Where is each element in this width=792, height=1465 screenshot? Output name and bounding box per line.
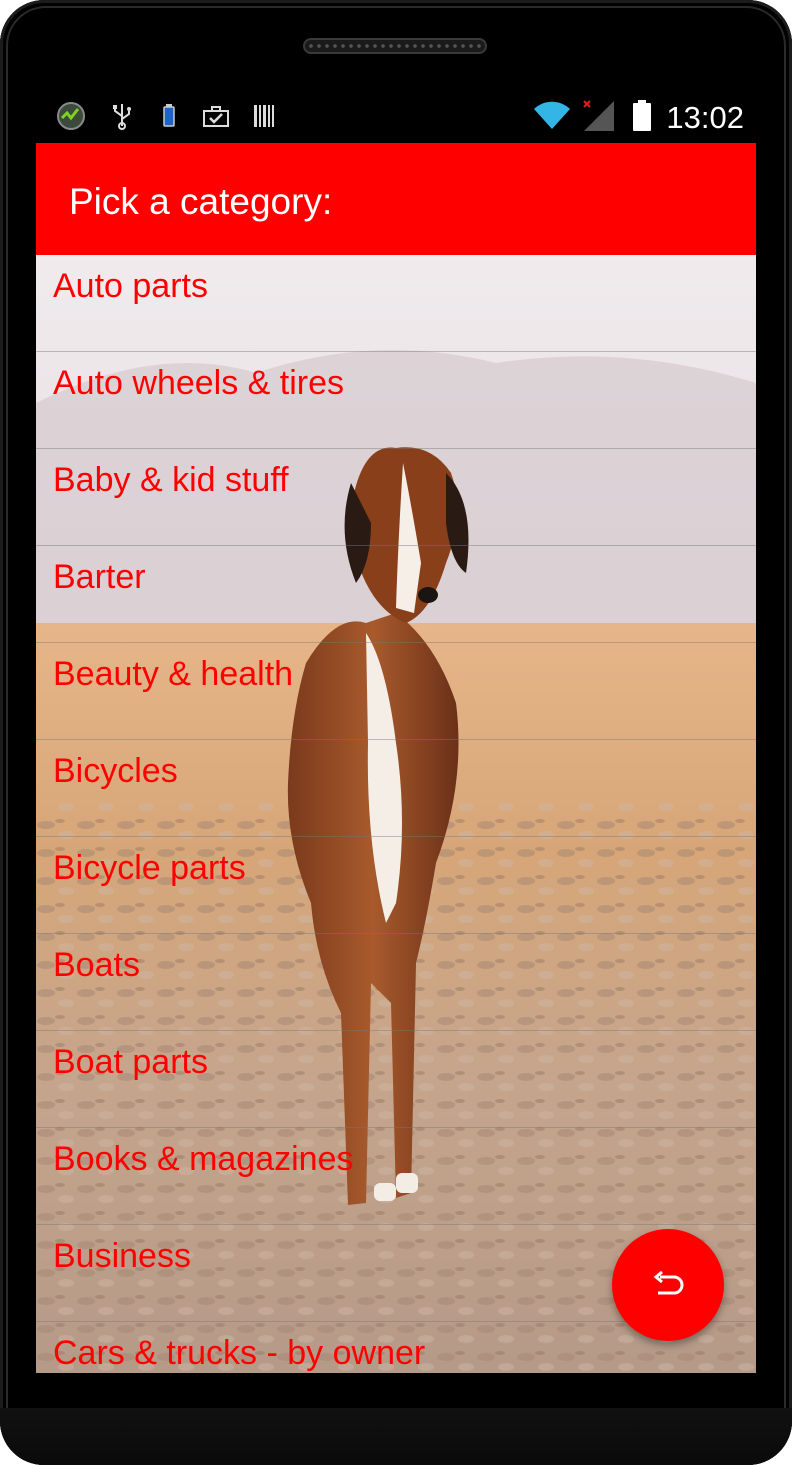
category-label: Boat parts <box>53 1043 208 1081</box>
status-bar: 13:02 <box>36 94 756 144</box>
category-item[interactable]: Auto wheels & tires <box>36 352 756 449</box>
battery-icon <box>630 100 654 131</box>
category-item[interactable]: Boat parts <box>36 1031 756 1128</box>
battery-small-icon <box>160 102 178 130</box>
category-item[interactable]: Baby & kid stuff <box>36 449 756 546</box>
category-label: Barter <box>53 558 146 596</box>
phone-chin <box>0 1408 792 1465</box>
category-label: Cars & trucks - by owner <box>53 1334 426 1372</box>
status-clock: 13:02 <box>666 100 744 135</box>
page-title: Pick a category: <box>69 181 333 222</box>
usb-icon <box>110 102 134 130</box>
category-item[interactable]: Bicycle parts <box>36 837 756 934</box>
category-item[interactable]: Beauty & health <box>36 643 756 740</box>
category-list: Auto parts Auto wheels & tires Baby & kid … <box>36 255 756 1373</box>
back-fab-button[interactable] <box>612 1229 724 1341</box>
category-item[interactable]: Boats <box>36 934 756 1031</box>
barcode-icon <box>252 102 276 130</box>
no-signal-icon <box>580 100 618 131</box>
category-label: Auto parts <box>53 267 208 305</box>
category-label: Auto wheels & tires <box>53 364 345 402</box>
app-bar: Pick a category: <box>36 143 756 255</box>
category-item[interactable]: Auto parts <box>36 255 756 352</box>
category-label: Bicycle parts <box>53 849 246 887</box>
app-badge-icon <box>56 102 86 130</box>
wifi-icon <box>532 101 572 130</box>
category-label: Business <box>53 1237 191 1275</box>
earpiece-speaker <box>303 38 487 54</box>
category-label: Boats <box>53 946 140 984</box>
app-screen: Pick a category: Auto parts Auto wheels &… <box>36 143 756 1373</box>
briefcase-check-icon <box>202 102 230 130</box>
category-item[interactable]: Bicycles <box>36 740 756 837</box>
category-label: Bicycles <box>53 752 178 790</box>
category-label: Books & magazines <box>53 1140 354 1178</box>
phone-frame: 13:02 Pick a category: Auto parts Auto w… <box>0 0 792 1465</box>
category-item[interactable]: Books & magazines <box>36 1128 756 1225</box>
category-label: Baby & kid stuff <box>53 461 289 499</box>
category-item[interactable]: Barter <box>36 546 756 643</box>
category-label: Beauty & health <box>53 655 294 693</box>
undo-icon <box>653 1271 684 1295</box>
